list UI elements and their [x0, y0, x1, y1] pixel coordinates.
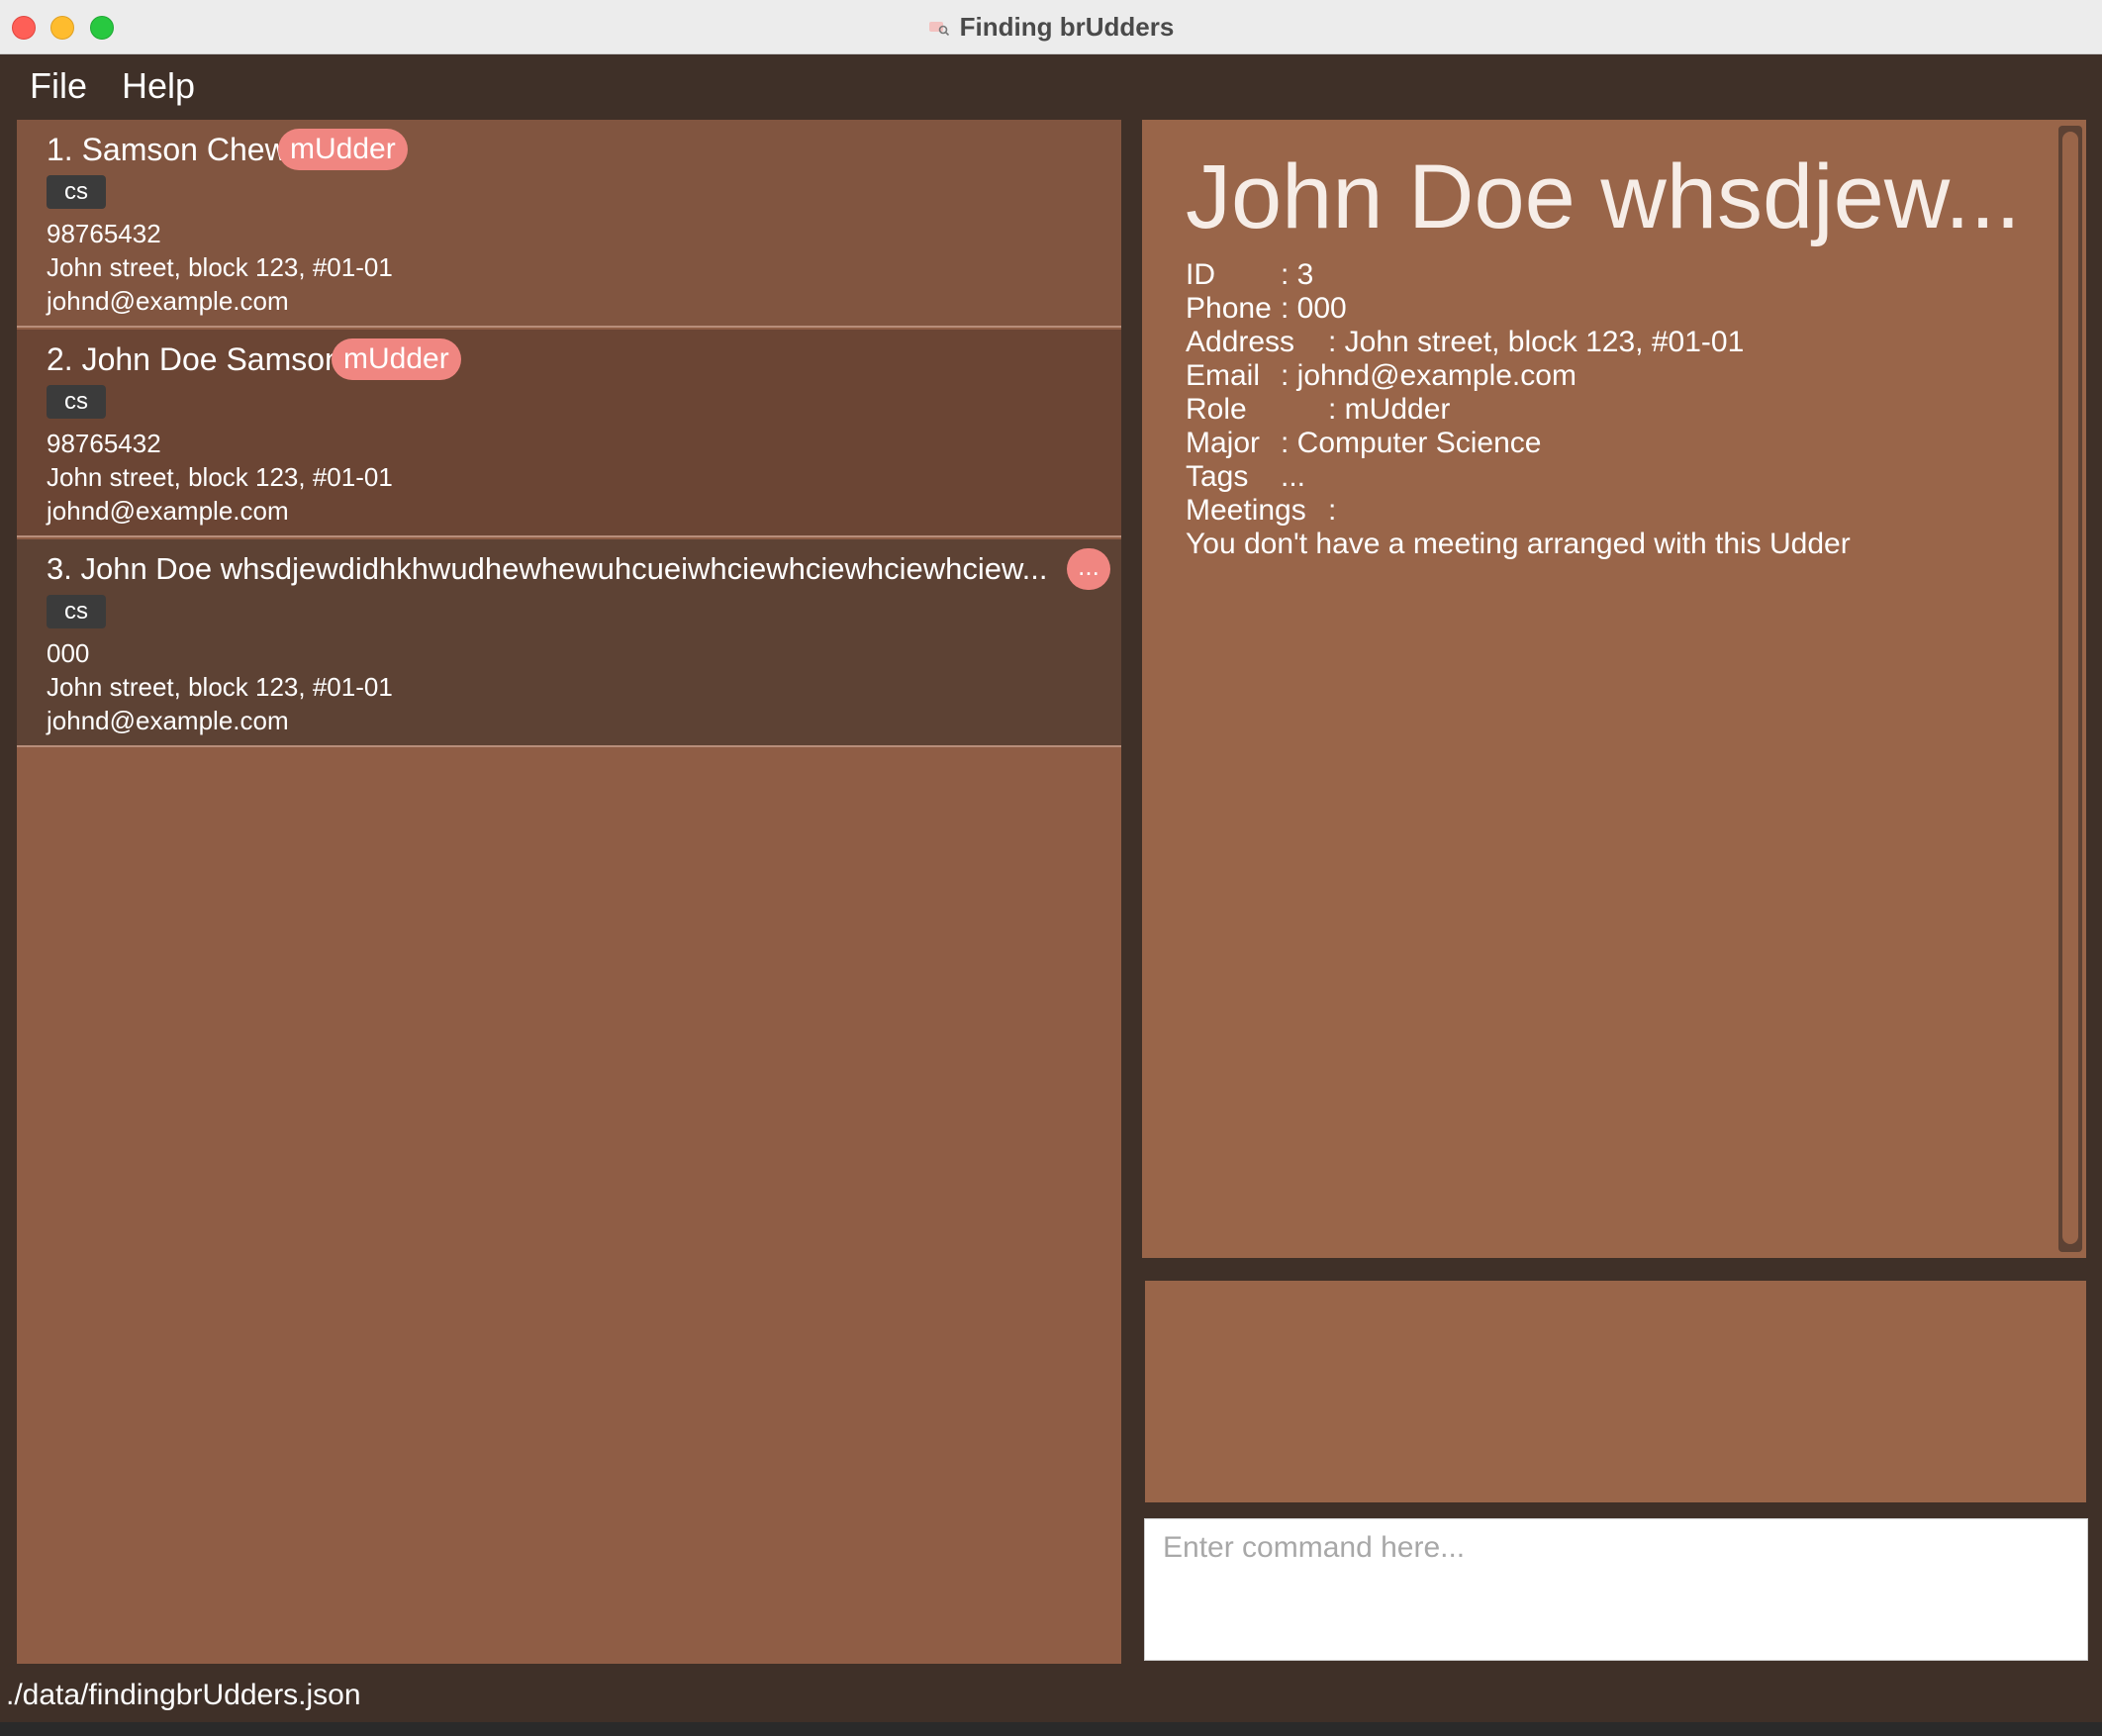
detail-label-meetings: Meetings — [1186, 494, 1306, 527]
person-name: 2. John Doe Samson — [47, 341, 342, 377]
person-email: johnd@example.com — [47, 496, 289, 526]
desktop-background-strip — [0, 1722, 2102, 1736]
detail-value-phone: : 000 — [1281, 292, 1347, 325]
person-address: John street, block 123, #01-01 — [47, 462, 393, 492]
detail-label-phone: Phone — [1186, 292, 1272, 325]
detail-label-major: Major — [1186, 427, 1261, 459]
detail-label-id: ID — [1186, 258, 1215, 291]
person-address: John street, block 123, #01-01 — [47, 252, 393, 282]
person-card[interactable]: 1. Samson Chew mUdder cs 98765432 John s… — [17, 120, 1121, 328]
tag-badge: cs — [47, 595, 106, 628]
detail-value-email: : johnd@example.com — [1281, 359, 1576, 392]
detail-value-tags: ... — [1281, 460, 1306, 493]
detail-label-tags: Tags — [1186, 460, 1249, 493]
role-badge: mUdder — [278, 129, 408, 170]
detail-value-address: : John street, block 123, #01-01 — [1328, 326, 1745, 358]
detail-value-role: : mUdder — [1328, 393, 1451, 426]
detail-name: John Doe whsdjew... — [1186, 146, 2021, 247]
tag-badge: cs — [47, 175, 106, 209]
detail-value-major: : Computer Science — [1281, 427, 1542, 459]
person-phone: 98765432 — [47, 429, 161, 458]
detail-value-meetings: : — [1328, 494, 1337, 527]
person-card[interactable]: 2. John Doe Samson mUdder cs 98765432 Jo… — [17, 330, 1121, 537]
data-file-path: ./data/findingbrUdders.json — [6, 1679, 361, 1711]
meeting-note: You don't have a meeting arranged with t… — [1186, 528, 1851, 560]
person-card[interactable]: 3. John Doe whsdjewdidhkhwudhewhewuhcuei… — [17, 539, 1121, 747]
person-name: 1. Samson Chew — [47, 132, 288, 167]
detail-scrollbar-thumb[interactable] — [2062, 132, 2078, 1244]
person-name: 3. John Doe whsdjewdidhkhwudhewhewuhcuei… — [47, 551, 1048, 586]
menu-file[interactable]: File — [30, 65, 87, 107]
status-bar: ./data/findingbrUdders.json — [0, 1673, 2102, 1722]
role-badge: mUdder — [332, 338, 461, 380]
person-detail-panel: John Doe whsdjew... ID : 3 Phone : 000 A… — [1142, 120, 2086, 1258]
window-title-group: Finding brUdders — [0, 0, 2102, 54]
detail-label-role: Role — [1186, 393, 1247, 426]
app-icon — [928, 21, 949, 36]
tag-badge: cs — [47, 385, 106, 419]
menu-help[interactable]: Help — [122, 65, 195, 107]
person-email: johnd@example.com — [47, 706, 289, 735]
result-display — [1145, 1281, 2086, 1502]
detail-label-address: Address — [1186, 326, 1295, 358]
menu-bar: File Help — [0, 55, 2102, 119]
role-badge: ... — [1067, 548, 1110, 590]
detail-scrollbar[interactable] — [2058, 126, 2082, 1252]
person-email: johnd@example.com — [47, 286, 289, 316]
window-title-bar: Finding brUdders — [0, 0, 2102, 54]
person-phone: 000 — [47, 638, 90, 668]
detail-value-id: : 3 — [1281, 258, 1314, 291]
person-list-panel[interactable]: 1. Samson Chew mUdder cs 98765432 John s… — [17, 120, 1121, 1664]
window-title: Finding brUdders — [959, 12, 1175, 42]
command-input[interactable] — [1144, 1518, 2088, 1661]
person-address: John street, block 123, #01-01 — [47, 672, 393, 702]
detail-label-email: Email — [1186, 359, 1261, 392]
person-phone: 98765432 — [47, 219, 161, 248]
